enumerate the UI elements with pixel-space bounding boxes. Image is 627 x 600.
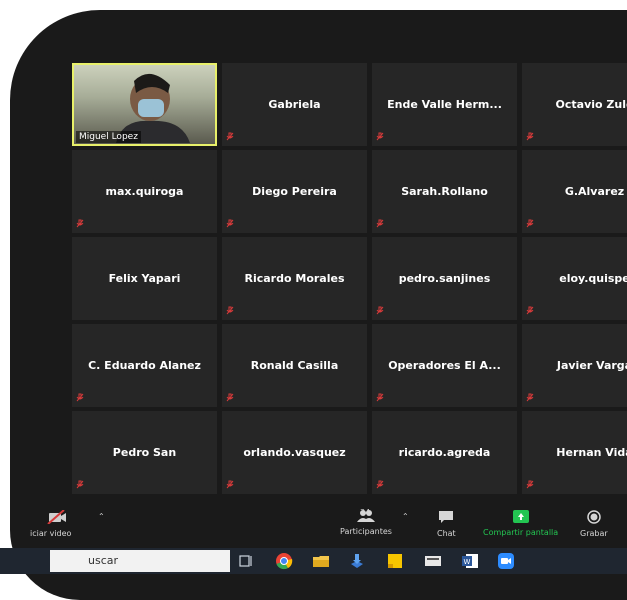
mic-muted-icon [226, 306, 234, 315]
mic-muted-icon [226, 132, 234, 141]
chrome-icon[interactable] [275, 552, 293, 570]
participant-tile[interactable]: Gabriela [222, 63, 367, 146]
chat-icon [439, 511, 454, 523]
mic-muted-icon [526, 480, 534, 489]
video-grid: Miguel Lopez Gabriela Ende Valle Herm...… [72, 63, 627, 494]
participant-tile[interactable]: Felix Yapari [72, 237, 217, 320]
participant-name: Hernan Vida [556, 446, 627, 459]
chat-label: Chat [437, 529, 456, 538]
participant-name: pedro.sanjines [398, 272, 491, 285]
mic-muted-icon [226, 219, 234, 228]
start-video-button[interactable]: iciar video [30, 509, 71, 538]
participant-name: Ricardo Morales [244, 272, 345, 285]
sticky-notes-icon[interactable] [386, 552, 404, 570]
mic-muted-icon [376, 219, 384, 228]
participant-name: Diego Pereira [252, 185, 337, 198]
search-placeholder: uscar [88, 554, 119, 567]
word-icon[interactable]: W [461, 552, 479, 570]
record-label: Grabar [580, 529, 608, 538]
record-icon [587, 510, 601, 524]
share-screen-button[interactable]: Compartir pantalla [483, 510, 558, 537]
participant-tile[interactable]: Hernan Vida [522, 411, 627, 494]
participant-tile[interactable]: max.quiroga [72, 150, 217, 233]
task-view-icon[interactable] [238, 552, 256, 570]
participant-name: Javier Varga [556, 359, 627, 372]
mic-muted-icon [226, 480, 234, 489]
start-video-label: iciar video [30, 529, 72, 538]
record-button[interactable]: Grabar [580, 510, 608, 538]
participant-tile[interactable]: Ricardo Morales [222, 237, 367, 320]
share-screen-label: Compartir pantalla [483, 528, 559, 537]
participant-name: Ronald Casilla [250, 359, 339, 372]
participant-tile[interactable]: G.Alvarez [522, 150, 627, 233]
mic-muted-icon [526, 132, 534, 141]
mic-muted-icon [376, 132, 384, 141]
chevron-up-icon[interactable]: ⌃ [402, 512, 409, 521]
participant-name: Operadores El A... [388, 359, 501, 372]
participant-name: Felix Yapari [108, 272, 181, 285]
participant-tile[interactable]: ricardo.agreda [372, 411, 517, 494]
mic-muted-icon [526, 393, 534, 402]
participants-button[interactable]: 34 Participantes [340, 508, 392, 536]
participant-name: G.Alvarez [564, 185, 625, 198]
participant-name: eloy.quispe [559, 272, 627, 285]
participant-tile[interactable]: Sarah.Rollano [372, 150, 517, 233]
participant-name: Ende Valle Herm... [387, 98, 502, 111]
zoom-icon[interactable] [497, 552, 515, 570]
participant-name: max.quiroga [105, 185, 184, 198]
meeting-controls-bar: iciar video ⌃ 34 Participantes ⌃ Chat Co… [0, 500, 627, 540]
video-off-icon [47, 509, 66, 525]
mic-muted-icon [526, 306, 534, 315]
app-window-icon[interactable] [424, 552, 442, 570]
participant-tile[interactable]: eloy.quispe [522, 237, 627, 320]
mic-muted-icon [226, 393, 234, 402]
share-screen-icon [512, 510, 529, 523]
mic-muted-icon [76, 219, 84, 228]
mic-muted-icon [376, 306, 384, 315]
participant-name: ricardo.agreda [398, 446, 491, 459]
participant-tile[interactable]: Ronald Casilla [222, 324, 367, 407]
participant-tile[interactable]: Ende Valle Herm... [372, 63, 517, 146]
mic-muted-icon [376, 480, 384, 489]
mic-muted-icon [376, 393, 384, 402]
participant-tile-video[interactable]: Miguel Lopez [72, 63, 217, 146]
participant-name: Sarah.Rollano [401, 185, 488, 198]
taskbar-search-box[interactable]: uscar [50, 550, 230, 572]
windows-taskbar: uscar W [0, 548, 627, 574]
app-download-icon[interactable] [348, 552, 366, 570]
svg-text:W: W [464, 558, 471, 566]
participants-label: Participantes [340, 527, 392, 536]
file-explorer-icon[interactable] [312, 552, 330, 570]
participant-tile[interactable]: Octavio Zule [522, 63, 627, 146]
mic-muted-icon [76, 480, 84, 489]
chat-button[interactable]: Chat [437, 510, 456, 538]
participant-name: orlando.vasquez [243, 446, 346, 459]
participant-name: Miguel Lopez [76, 131, 141, 143]
chevron-up-icon[interactable]: ⌃ [98, 512, 105, 521]
participants-count: 34 [360, 508, 371, 517]
participant-name: Pedro San [112, 446, 177, 459]
mic-muted-icon [526, 219, 534, 228]
participant-tile[interactable]: Operadores El A... [372, 324, 517, 407]
participant-tile[interactable]: Diego Pereira [222, 150, 367, 233]
mic-muted-icon [76, 393, 84, 402]
participant-tile[interactable]: Javier Varga [522, 324, 627, 407]
participant-tile[interactable]: C. Eduardo Alanez [72, 324, 217, 407]
participant-name: Gabriela [268, 98, 321, 111]
participant-tile[interactable]: Pedro San [72, 411, 217, 494]
participant-tile[interactable]: pedro.sanjines [372, 237, 517, 320]
participant-name: Octavio Zule [555, 98, 627, 111]
participant-tile[interactable]: orlando.vasquez [222, 411, 367, 494]
participant-name: C. Eduardo Alanez [88, 359, 201, 372]
